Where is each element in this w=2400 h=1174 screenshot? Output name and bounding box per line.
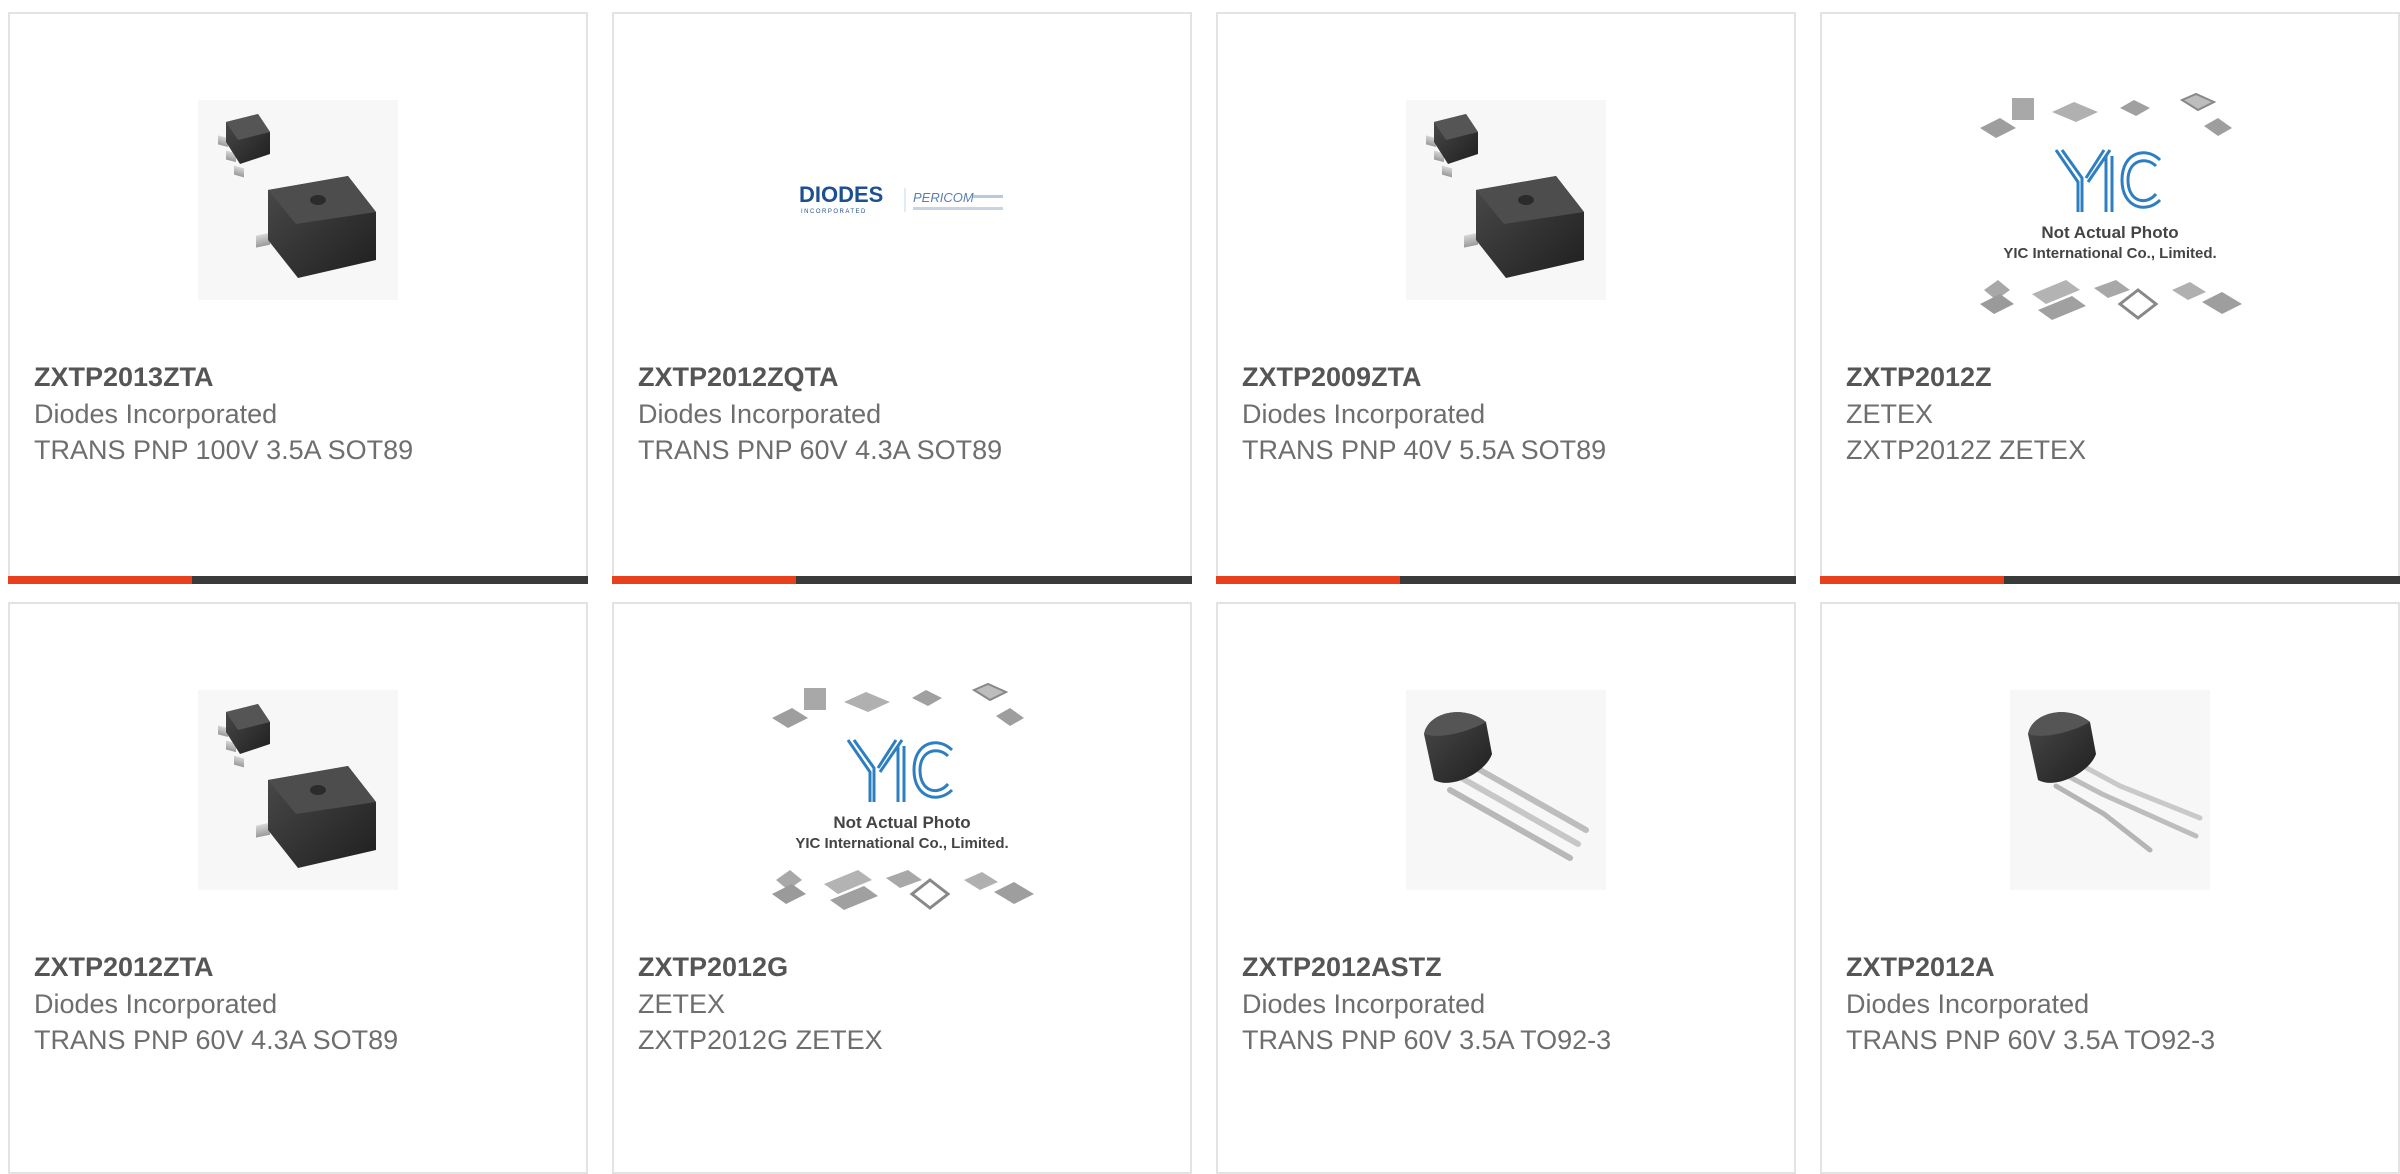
description-label: TRANS PNP 40V 5.5A SOT89 <box>1242 435 1607 465</box>
sot89-package-icon <box>198 690 398 890</box>
manufacturer-label: Diodes Incorporated <box>1846 989 2090 1019</box>
part-number-link[interactable]: ZXTP2013ZTA <box>34 358 570 396</box>
manufacturer-label: ZETEX <box>1846 399 1934 429</box>
card-accent-bar <box>1820 576 2004 584</box>
diodes-logo-tagline: INCORPORATED <box>801 209 867 215</box>
manufacturer-label: Diodes Incorporated <box>1242 399 1486 429</box>
description-label: ZXTP2012Z ZETEX <box>1846 435 2087 465</box>
card-bottom-bar <box>1216 576 1796 584</box>
to92-bent-leads-icon <box>2010 690 2210 890</box>
description-label: TRANS PNP 60V 4.3A SOT89 <box>34 1025 399 1055</box>
description-label: TRANS PNP 100V 3.5A SOT89 <box>34 435 414 465</box>
product-image[interactable]: DIODES INCORPORATED PERICOM <box>614 50 1190 350</box>
manufacturer-label: ZETEX <box>638 989 726 1019</box>
product-card[interactable]: ZXTP2013ZTA Diodes Incorporated TRANS PN… <box>8 12 588 584</box>
product-card[interactable]: ZXTP2012ZTA Diodes Incorporated TRANS PN… <box>8 602 588 1174</box>
product-card[interactable]: ZXTP2012G ZETEX ZXTP2012G ZETEX <box>612 602 1192 1174</box>
card-bottom-bar <box>8 576 588 584</box>
yic-placeholder-icon <box>762 680 1042 920</box>
product-image[interactable] <box>10 640 586 940</box>
part-number-link[interactable]: ZXTP2012ASTZ <box>1242 948 1778 986</box>
manufacturer-label: Diodes Incorporated <box>34 399 278 429</box>
manufacturer-label: Diodes Incorporated <box>34 989 278 1019</box>
card-bottom-bar <box>612 576 1192 584</box>
product-image[interactable] <box>1822 60 2398 360</box>
to92-straight-leads-icon <box>1406 690 1606 890</box>
product-card[interactable]: DIODES INCORPORATED PERICOM ZXTP2012ZQTA… <box>612 12 1192 584</box>
sot89-package-icon <box>1406 100 1606 300</box>
part-number-link[interactable]: ZXTP2012ZTA <box>34 948 570 986</box>
part-number-link[interactable]: ZXTP2009ZTA <box>1242 358 1778 396</box>
description-label: TRANS PNP 60V 3.5A TO92-3 <box>1242 1025 1612 1055</box>
description-label: ZXTP2012G ZETEX <box>638 1025 883 1055</box>
card-accent-bar <box>1216 576 1400 584</box>
sot89-package-icon <box>198 100 398 300</box>
product-image[interactable] <box>1218 640 1794 940</box>
yic-placeholder-icon <box>1970 90 2250 330</box>
product-card[interactable]: ZXTP2012A Diodes Incorporated TRANS PNP … <box>1820 602 2400 1174</box>
pericom-logo-text: PERICOM <box>913 190 974 205</box>
part-number-link[interactable]: ZXTP2012Z <box>1846 358 2382 396</box>
manufacturer-label: Diodes Incorporated <box>1242 989 1486 1019</box>
product-grid: ZXTP2013ZTA Diodes Incorporated TRANS PN… <box>8 12 2400 1174</box>
product-image[interactable] <box>614 650 1190 950</box>
product-card[interactable]: ZXTP2012ASTZ Diodes Incorporated TRANS P… <box>1216 602 1796 1174</box>
product-image[interactable] <box>1218 50 1794 350</box>
diodes-logo-text: DIODES <box>799 182 883 207</box>
product-image[interactable] <box>1822 640 2398 940</box>
product-card[interactable]: ZXTP2012Z ZETEX ZXTP2012Z ZETEX <box>1820 12 2400 584</box>
part-number-link[interactable]: ZXTP2012G <box>638 948 1174 986</box>
manufacturer-label: Diodes Incorporated <box>638 399 882 429</box>
product-card[interactable]: ZXTP2009ZTA Diodes Incorporated TRANS PN… <box>1216 12 1796 584</box>
card-accent-bar <box>612 576 796 584</box>
part-number-link[interactable]: ZXTP2012A <box>1846 948 2382 986</box>
card-bottom-bar <box>1820 576 2400 584</box>
part-number-link[interactable]: ZXTP2012ZQTA <box>638 358 1174 396</box>
product-image[interactable] <box>10 50 586 350</box>
description-label: TRANS PNP 60V 4.3A SOT89 <box>638 435 1003 465</box>
card-accent-bar <box>8 576 192 584</box>
description-label: TRANS PNP 60V 3.5A TO92-3 <box>1846 1025 2216 1055</box>
diodes-pericom-logo-icon: DIODES INCORPORATED PERICOM <box>799 182 1003 215</box>
